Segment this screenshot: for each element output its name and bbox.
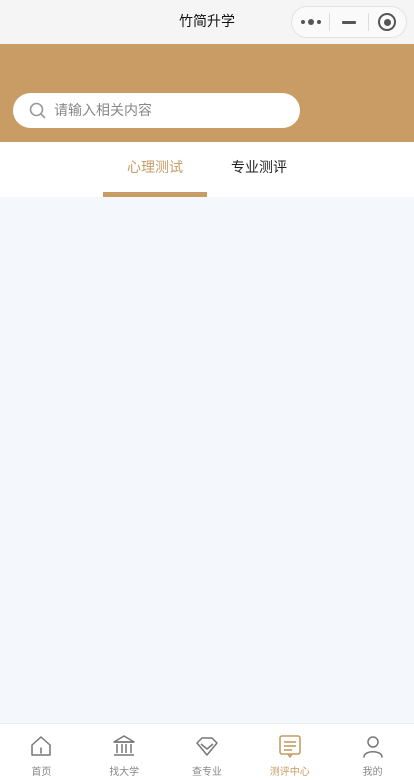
diamond-icon — [194, 733, 220, 759]
navigation-bar: 竹简升学 — [0, 0, 414, 44]
tabbar-item-university[interactable]: 找大学 — [83, 724, 166, 780]
university-icon — [111, 733, 137, 759]
tabbar-label: 测评中心 — [269, 767, 310, 778]
tab-psychology-test[interactable]: 心理测试 — [103, 142, 207, 197]
bottom-tab-bar: 首页 找大学 查专业 测评中心 我的 — [0, 723, 414, 780]
tab-bar-top: 心理测试 专业测评 — [0, 142, 414, 197]
tabbar-item-assessment[interactable]: 测评中心 — [248, 724, 331, 780]
search-input[interactable] — [54, 102, 274, 119]
tabbar-item-mine[interactable]: 我的 — [331, 724, 414, 780]
assessment-icon — [277, 733, 303, 759]
content-area — [0, 197, 414, 723]
tab-major-assessment[interactable]: 专业测评 — [207, 142, 311, 197]
more-dots-icon — [300, 19, 321, 25]
tabbar-item-major[interactable]: 查专业 — [166, 724, 249, 780]
mini-program-capsule — [291, 6, 407, 38]
more-button[interactable] — [292, 7, 329, 37]
home-icon — [28, 733, 54, 759]
search-bar[interactable] — [13, 93, 300, 128]
minimize-icon — [341, 20, 356, 24]
close-target-icon — [378, 13, 397, 31]
tabbar-label: 找大学 — [109, 767, 140, 778]
tabbar-label: 首页 — [31, 767, 52, 778]
tabbar-item-home[interactable]: 首页 — [0, 724, 83, 780]
tabbar-label: 我的 — [362, 767, 383, 778]
header-banner — [0, 44, 414, 142]
search-icon — [29, 102, 46, 119]
minimize-button[interactable] — [330, 7, 367, 37]
tabbar-label: 查专业 — [191, 767, 222, 778]
user-icon — [360, 733, 386, 759]
close-button[interactable] — [369, 7, 406, 37]
